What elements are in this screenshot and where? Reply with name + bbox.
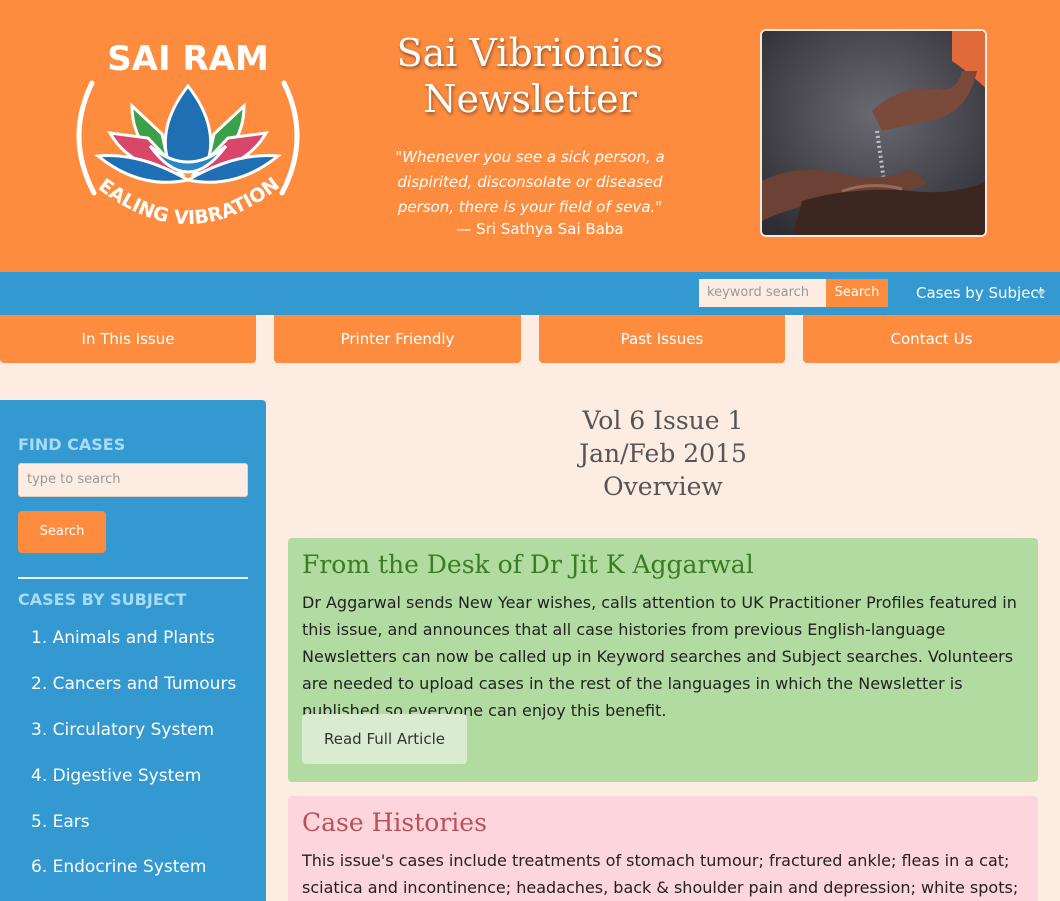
read-full-article-button[interactable]: Read Full Article	[302, 714, 467, 764]
site-title-line2: Newsletter	[423, 77, 637, 121]
site-header: SAI RAM HEALING VIBRATIONS Sai Vibrionic…	[0, 0, 1060, 272]
sidebar-item-circulatory-system[interactable]: 3. Circulatory System	[31, 720, 214, 740]
caret-down-icon[interactable]	[1036, 291, 1046, 296]
tab-printer-friendly[interactable]: Printer Friendly	[274, 315, 521, 363]
sidebar-search-input[interactable]: type to search	[18, 463, 248, 497]
find-cases-heading: FIND CASES	[18, 435, 126, 454]
sidebar-item-cancers-and-tumours[interactable]: 2. Cancers and Tumours	[31, 674, 236, 694]
cases-by-subject-heading: CASES BY SUBJECT	[18, 590, 187, 609]
issue-date: Jan/Feb 2015	[579, 439, 747, 468]
article-title[interactable]: From the Desk of Dr Jit K Aggarwal	[302, 550, 1024, 580]
article-summary: Dr Aggarwal sends New Year wishes, calls…	[302, 593, 1017, 720]
tab-past-issues[interactable]: Past Issues	[539, 315, 785, 363]
tab-in-this-issue[interactable]: In This Issue	[0, 315, 256, 363]
sidebar-item-endocrine-system[interactable]: 6. Endocrine System	[31, 857, 206, 877]
issue-title: Vol 6 Issue 1 Jan/Feb 2015 Overview	[288, 404, 1038, 503]
top-navbar: keyword search Search Cases by Subject	[0, 272, 1060, 315]
quote-author: — Sri Sathya Sai Baba	[456, 220, 624, 238]
sidebar-item-digestive-system[interactable]: 4. Digestive System	[31, 766, 201, 786]
sidebar: FIND CASES type to search Search CASES B…	[0, 400, 266, 901]
issue-volume: Vol 6 Issue 1	[582, 406, 744, 435]
keyword-search-input[interactable]: keyword search	[699, 279, 826, 307]
sidebar-item-ears[interactable]: 5. Ears	[31, 812, 90, 832]
tab-contact-us[interactable]: Contact Us	[803, 315, 1060, 363]
issue-overview: Overview	[603, 472, 723, 501]
sai-ram-lotus-logo[interactable]: SAI RAM HEALING VIBRATIONS	[70, 28, 306, 248]
header-quote: "Whenever you see a sick person, a dispi…	[395, 148, 665, 216]
sidebar-search-button[interactable]: Search	[18, 511, 106, 553]
article-card-desk: From the Desk of Dr Jit K Aggarwal Dr Ag…	[288, 538, 1038, 782]
svg-text:SAI RAM: SAI RAM	[107, 39, 269, 79]
cases-by-subject-dropdown[interactable]: Cases by Subject	[916, 284, 1045, 302]
site-title-line1: Sai Vibrionics	[396, 31, 664, 75]
article-card-case-histories: Case Histories This issue's cases includ…	[288, 796, 1038, 901]
hands-receiving-image	[760, 29, 987, 237]
article-title[interactable]: Case Histories	[302, 808, 1024, 838]
article-summary: This issue's cases include treatments of…	[302, 851, 1019, 897]
site-title: Sai Vibrionics Newsletter	[360, 30, 700, 122]
sidebar-divider	[18, 577, 248, 579]
keyword-search-button[interactable]: Search	[826, 279, 888, 307]
sidebar-item-animals-and-plants[interactable]: 1. Animals and Plants	[31, 628, 215, 648]
